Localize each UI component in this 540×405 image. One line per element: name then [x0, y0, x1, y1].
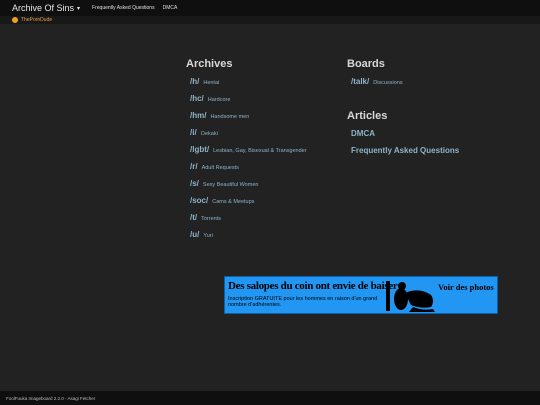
site-favicon-icon	[12, 17, 18, 23]
board-code[interactable]: /hc/	[190, 94, 204, 103]
board-name[interactable]: Lesbian, Gay, Bisexual & Transgender	[213, 148, 306, 154]
board-code[interactable]: /hm/	[190, 111, 206, 120]
board-code[interactable]: /u/	[190, 230, 199, 239]
board-link[interactable]: /soc/Cams & Meetups	[186, 196, 307, 213]
article-link-faq[interactable]: Frequently Asked Questions	[347, 146, 459, 163]
board-link[interactable]: /t/Torrents	[186, 213, 307, 230]
board-name[interactable]: Discussions	[373, 80, 402, 86]
board-code[interactable]: /i/	[190, 128, 197, 137]
board-code[interactable]: /r/	[190, 162, 198, 171]
nav-faq-link[interactable]: Frequently Asked Questions	[92, 5, 155, 11]
articles-heading: Articles	[347, 110, 388, 122]
board-name[interactable]: Yuri	[203, 233, 212, 239]
boards-heading: Boards	[347, 58, 385, 70]
board-code[interactable]: /t/	[190, 213, 197, 222]
board-code[interactable]: /talk/	[351, 77, 369, 86]
sponsor-site-link[interactable]: ThePornDude	[21, 17, 52, 23]
ad-banner[interactable]: Des salopes du coin ont envie de baiser …	[224, 276, 498, 314]
board-link[interactable]: /hc/Hardcore	[186, 94, 307, 111]
board-link[interactable]: /s/Sexy Beautiful Women	[186, 179, 307, 196]
archives-heading: Archives	[186, 58, 233, 70]
brand-title: Archive Of Sins	[12, 3, 75, 13]
article-link-dmca[interactable]: DMCA	[347, 129, 459, 146]
ad-cta-button[interactable]: Voir des photos	[438, 282, 494, 292]
board-name[interactable]: Hentai	[203, 80, 219, 86]
board-name[interactable]: Handsome men	[210, 114, 249, 120]
board-link[interactable]: /i/Oekaki	[186, 128, 307, 145]
boards-articles-column: Boards /talk/Discussions Articles DMCA F…	[347, 58, 459, 163]
board-link[interactable]: /u/Yuri	[186, 230, 307, 247]
board-name[interactable]: Sexy Beautiful Women	[203, 182, 259, 188]
ad-subtext: Inscription GRATUITE pour les hommes en …	[228, 296, 378, 308]
board-name[interactable]: Oekaki	[201, 131, 218, 137]
brand-dropdown[interactable]: Archive Of Sins ▾	[0, 3, 92, 13]
board-link[interactable]: /hm/Handsome men	[186, 111, 307, 128]
board-link[interactable]: /h/Hentai	[186, 77, 307, 94]
board-name[interactable]: Cams & Meetups	[212, 199, 254, 205]
board-code[interactable]: /soc/	[190, 196, 208, 205]
chevron-down-icon: ▾	[77, 5, 81, 12]
top-navbar: Archive Of Sins ▾ Frequently Asked Quest…	[0, 0, 540, 16]
board-code[interactable]: /s/	[190, 179, 199, 188]
board-code[interactable]: /lgbt/	[190, 145, 209, 154]
sub-navbar: ThePornDude	[0, 16, 540, 24]
board-name[interactable]: Torrents	[201, 216, 221, 222]
nav-dmca-link[interactable]: DMCA	[163, 5, 178, 11]
board-link[interactable]: /lgbt/Lesbian, Gay, Bisexual & Transgend…	[186, 145, 307, 162]
board-name[interactable]: Adult Requests	[202, 165, 239, 171]
footer: FoolFuuka Imageboard 2.2.0 - Asagi Fetch…	[0, 391, 540, 405]
archives-column: Archives /h/Hentai /hc/Hardcore /hm/Hand…	[186, 58, 307, 247]
ad-headline: Des salopes du coin ont envie de baiser …	[228, 280, 404, 292]
board-name[interactable]: Hardcore	[208, 97, 231, 103]
board-code[interactable]: /h/	[190, 77, 199, 86]
board-link[interactable]: /talk/Discussions	[347, 77, 459, 94]
board-link[interactable]: /r/Adult Requests	[186, 162, 307, 179]
footer-text: FoolFuuka Imageboard 2.2.0 - Asagi Fetch…	[6, 395, 96, 401]
